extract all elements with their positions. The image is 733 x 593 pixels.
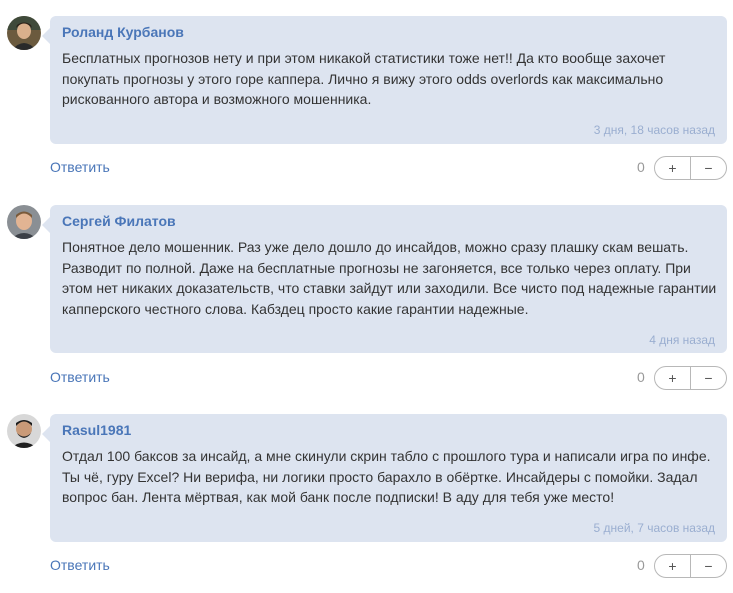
comment-author[interactable]: Rasul1981 (62, 422, 131, 438)
vote-up-button[interactable]: + (655, 555, 690, 577)
vote-controls: + − (654, 156, 727, 180)
vote-score: 0 (637, 369, 645, 385)
reply-button[interactable]: Ответить (50, 159, 110, 175)
vote-controls: + − (654, 366, 727, 390)
reply-button[interactable]: Ответить (50, 369, 110, 385)
vote-up-button[interactable]: + (655, 157, 690, 179)
comment-bubble: Сергей Филатов Понятное дело мошенник. Р… (42, 205, 727, 353)
comment-time: 3 дня, 18 часов назад (593, 123, 715, 137)
reply-button[interactable]: Ответить (50, 557, 110, 573)
vote-score: 0 (637, 159, 645, 175)
comment-author[interactable]: Роланд Курбанов (62, 24, 184, 40)
vote-up-button[interactable]: + (655, 367, 690, 389)
vote-down-button[interactable]: − (690, 157, 726, 179)
comment-author[interactable]: Сергей Филатов (62, 213, 176, 229)
avatar[interactable] (7, 16, 41, 50)
comment-bubble: Роланд Курбанов Бесплатных прогнозов нет… (42, 16, 727, 144)
comment-text: Понятное дело мошенник. Раз уже дело дош… (62, 239, 717, 317)
comment-time: 4 дня назад (649, 333, 715, 347)
vote-score: 0 (637, 557, 645, 573)
vote-controls: + − (654, 554, 727, 578)
vote-down-button[interactable]: − (690, 367, 726, 389)
avatar[interactable] (7, 205, 41, 239)
comment-text: Отдал 100 баксов за инсайд, а мне скинул… (62, 448, 711, 505)
vote-down-button[interactable]: − (690, 555, 726, 577)
avatar[interactable] (7, 414, 41, 448)
comment-bubble: Rasul1981 Отдал 100 баксов за инсайд, а … (42, 414, 727, 542)
comment-time: 5 дней, 7 часов назад (593, 521, 715, 535)
comment-text: Бесплатных прогнозов нету и при этом ник… (62, 50, 666, 107)
